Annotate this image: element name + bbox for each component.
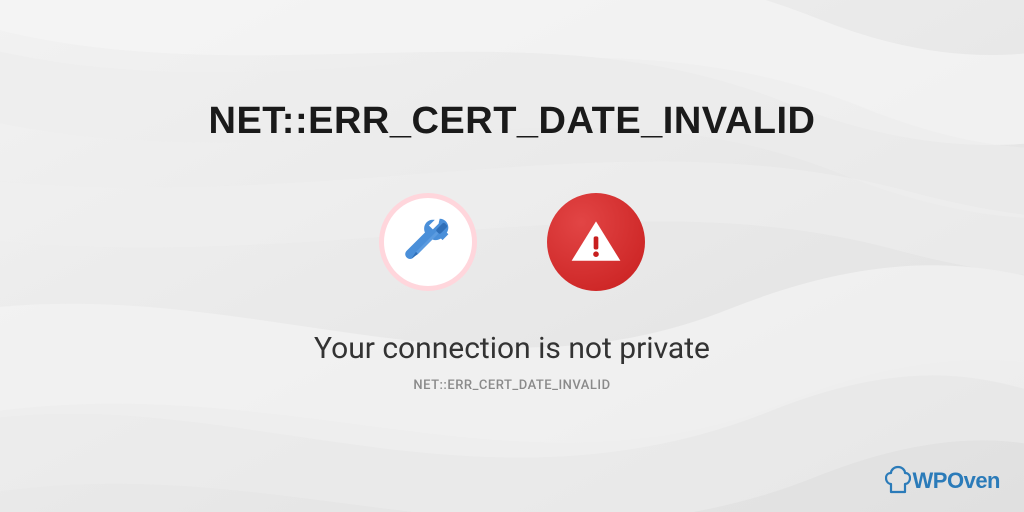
error-subtitle: Your connection is not private xyxy=(314,331,710,366)
warning-icon xyxy=(547,193,645,291)
icon-row xyxy=(379,193,645,291)
tools-icon xyxy=(379,193,477,291)
error-code: NET::ERR_CERT_DATE_INVALID xyxy=(413,378,610,393)
main-content: NET::ERR_CERT_DATE_INVALID xyxy=(0,0,1024,512)
brand-name: WPOven xyxy=(913,468,1000,494)
brand-logo: WPOven xyxy=(885,464,1000,494)
error-title: NET::ERR_CERT_DATE_INVALID xyxy=(209,100,816,143)
chef-hat-icon xyxy=(885,464,911,494)
